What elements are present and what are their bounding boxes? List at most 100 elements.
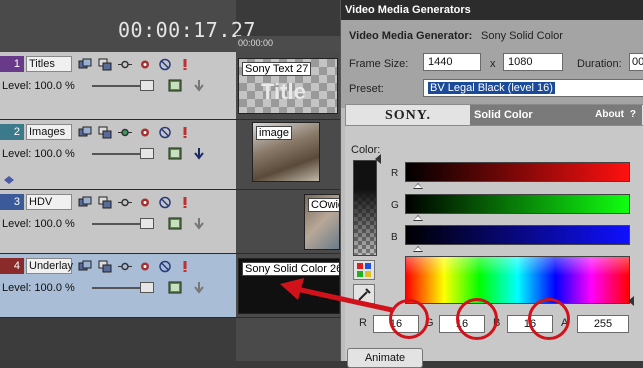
track-toolbar	[78, 195, 192, 209]
red-gradient-slider[interactable]	[405, 162, 630, 182]
mute-icon[interactable]	[158, 58, 172, 71]
clip-sony-text[interactable]: Title Sony Text 27	[238, 58, 338, 114]
animate-button[interactable]: Animate	[347, 348, 423, 368]
arrow-down-icon[interactable]	[192, 79, 206, 92]
clip-image[interactable]: image	[252, 122, 320, 182]
track-name-field[interactable]: HDV	[26, 194, 72, 210]
track-fx-icon[interactable]	[138, 260, 152, 273]
solo-icon[interactable]	[178, 260, 192, 273]
make-compositing-child-icon[interactable]	[98, 126, 112, 139]
track-toolbar	[78, 259, 192, 273]
track-header-images[interactable]: 2 Images Level: 100.0 %	[0, 120, 236, 190]
film-grid-icon[interactable]	[168, 79, 182, 92]
plugin-name: Solid Color About ?	[470, 105, 642, 125]
track-number: 2	[0, 124, 24, 140]
arrow-down-icon[interactable]	[192, 147, 206, 160]
annotation-circle-g	[456, 298, 498, 340]
level-label: Level: 100.0 %	[2, 80, 75, 92]
track-fx-icon[interactable]	[138, 196, 152, 209]
level-slider-thumb[interactable]	[140, 282, 154, 293]
level-slider-thumb[interactable]	[140, 148, 154, 159]
track-name-field[interactable]: Images	[26, 124, 72, 140]
level-label: Level: 100.0 %	[2, 148, 75, 160]
blue-gradient-slider[interactable]	[405, 225, 630, 245]
expand-diamond-icon[interactable]	[4, 176, 14, 184]
frame-height-input[interactable]: 1080	[503, 53, 563, 71]
frame-size-x: x	[490, 58, 496, 70]
preset-dropdown[interactable]: BV Legal Black (level 16)	[423, 79, 643, 97]
track-lane: Title Sony Text 27	[236, 52, 340, 120]
color-spectrum-picker[interactable]	[405, 256, 630, 304]
make-compositing-child-icon[interactable]	[98, 58, 112, 71]
duration-input[interactable]: 00	[629, 53, 643, 71]
track-lane: image	[236, 120, 340, 190]
composite-mode-icon[interactable]	[78, 260, 92, 273]
help-button[interactable]: ?	[630, 105, 636, 125]
spectrum-marker[interactable]	[628, 296, 634, 306]
track-toolbar-row2	[168, 147, 206, 160]
plugin-header: SONY. Solid Color About ?	[345, 104, 643, 126]
film-grid-icon[interactable]	[168, 217, 182, 230]
frame-size-label: Frame Size:	[349, 58, 409, 70]
a-value-input[interactable]: 255	[577, 315, 629, 333]
track-list-empty-area	[0, 318, 236, 361]
solo-icon[interactable]	[178, 58, 192, 71]
generator-value: Sony Solid Color	[481, 30, 563, 42]
annotation-arrow-icon	[280, 278, 395, 313]
plugin-name-label: Solid Color	[474, 109, 533, 121]
solo-icon[interactable]	[178, 196, 192, 209]
timecode-bar: 00:00:17.27	[0, 0, 255, 52]
preset-value: BV Legal Black (level 16)	[428, 82, 555, 94]
arrow-down-icon[interactable]	[192, 281, 206, 294]
clip-cowic[interactable]: COwic	[304, 194, 340, 250]
mute-icon[interactable]	[158, 126, 172, 139]
blue-marker[interactable]	[413, 246, 423, 252]
dialog-title: Video Media Generators	[341, 0, 643, 20]
timeline-ruler[interactable]: 00:00:00	[236, 36, 340, 52]
alpha-swatch[interactable]	[353, 160, 377, 256]
clip-label: Sony Text 27	[242, 62, 312, 76]
green-marker[interactable]	[413, 215, 423, 221]
track-fx-icon[interactable]	[138, 58, 152, 71]
track-name-field[interactable]: Underlay	[26, 258, 73, 274]
channel-label-g: G	[391, 200, 399, 211]
film-grid-icon[interactable]	[168, 147, 182, 160]
track-toolbar-row2	[168, 281, 206, 294]
track-motion-icon[interactable]	[118, 126, 132, 139]
red-marker[interactable]	[413, 183, 423, 189]
track-toolbar	[78, 125, 192, 139]
track-header-titles[interactable]: 1 Titles Level: 100.0 %	[0, 52, 236, 120]
composite-mode-icon[interactable]	[78, 126, 92, 139]
level-slider-thumb[interactable]	[140, 218, 154, 229]
level-label: Level: 100.0 %	[2, 218, 75, 230]
film-grid-icon[interactable]	[168, 281, 182, 294]
level-slider-thumb[interactable]	[140, 80, 154, 91]
track-motion-icon[interactable]	[118, 196, 132, 209]
make-compositing-child-icon[interactable]	[98, 260, 112, 273]
about-link[interactable]: About	[595, 105, 624, 125]
make-compositing-child-icon[interactable]	[98, 196, 112, 209]
clip-label: image	[256, 126, 292, 140]
track-motion-icon[interactable]	[118, 58, 132, 71]
track-name-field[interactable]: Titles	[26, 56, 72, 72]
track-motion-icon[interactable]	[118, 260, 132, 273]
clip-title-overlay: Title	[261, 79, 306, 104]
track-toolbar-row2	[168, 79, 206, 92]
annotation-circle-b	[528, 298, 570, 340]
composite-mode-icon[interactable]	[78, 196, 92, 209]
solo-icon[interactable]	[178, 126, 192, 139]
track-header-underlay[interactable]: 4 Underlay Level: 100.0 %	[0, 254, 236, 318]
arrow-down-icon[interactable]	[192, 217, 206, 230]
level-label: Level: 100.0 %	[2, 282, 75, 294]
frame-width-input[interactable]: 1440	[423, 53, 481, 71]
track-fx-icon[interactable]	[138, 126, 152, 139]
mute-icon[interactable]	[158, 260, 172, 273]
track-number: 4	[0, 258, 24, 274]
composite-mode-icon[interactable]	[78, 58, 92, 71]
sony-logo: SONY.	[384, 108, 432, 123]
alpha-marker[interactable]	[375, 154, 381, 164]
track-number: 1	[0, 56, 24, 72]
mute-icon[interactable]	[158, 196, 172, 209]
green-gradient-slider[interactable]	[405, 194, 630, 214]
track-header-hdv[interactable]: 3 HDV Level: 100.0 %	[0, 190, 236, 254]
